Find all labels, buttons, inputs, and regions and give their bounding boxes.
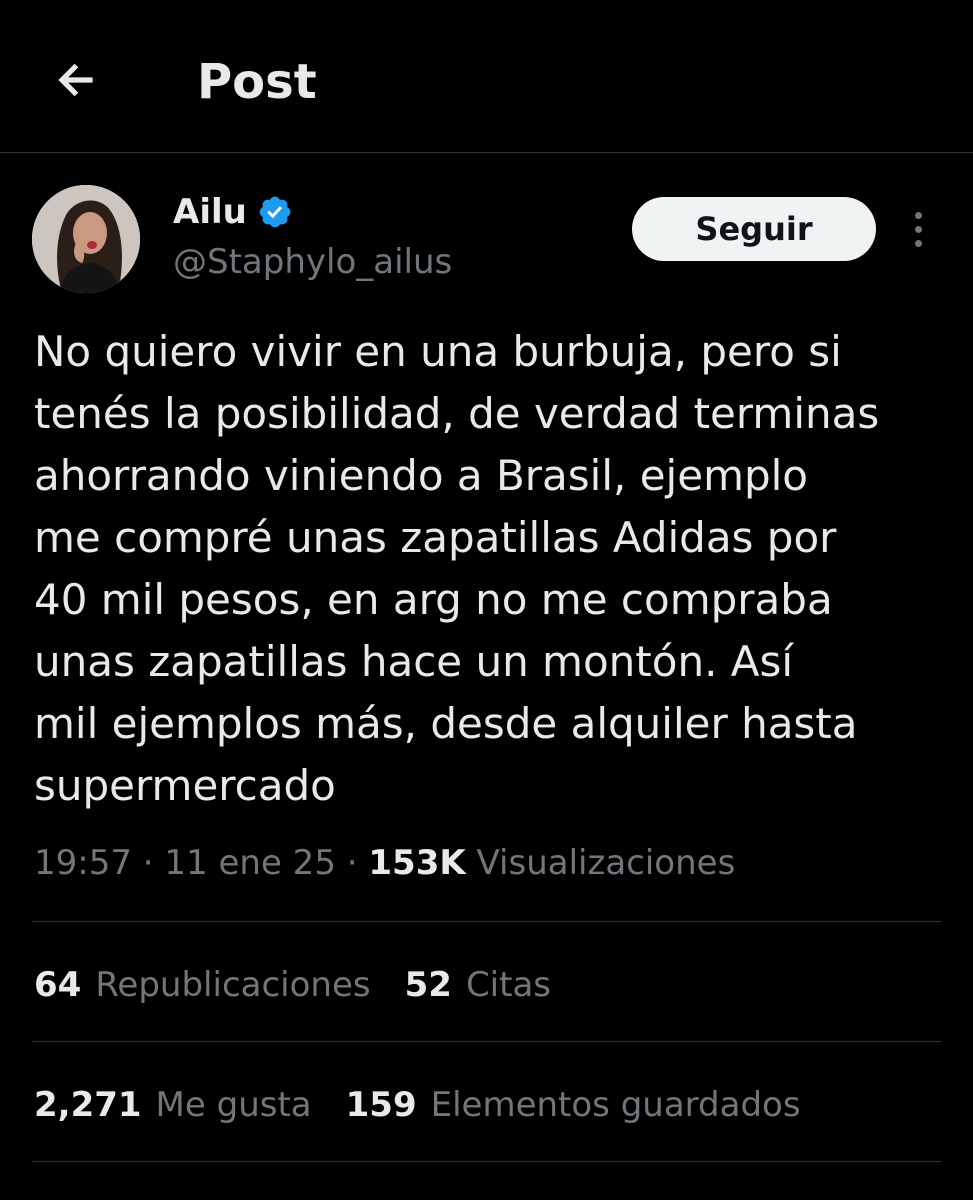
reposts-stat[interactable]: 64 Republicaciones [34,960,371,1010]
back-button[interactable] [48,52,104,108]
more-vertical-icon-dot [914,225,922,233]
meta-separator: · [131,843,165,883]
views-count: 153K [368,843,466,883]
author-handle[interactable]: @Staphylo_ailus [173,240,452,284]
more-vertical-icon-dot [914,239,922,247]
page-title: Post [197,54,317,110]
header-divider [0,152,973,153]
bookmarks-count: 159 [345,1085,417,1125]
likes-stat[interactable]: 2,271 Me gusta [34,1080,312,1130]
post-page: Post Ailu @Staphylo_ailus Seguir No quie… [0,0,973,1200]
views-label: Visualizaciones [476,843,736,883]
bookmarks-label: Elementos guardados [430,1085,801,1125]
top-bar: Post [0,0,973,152]
quotes-count: 52 [404,965,452,1005]
more-vertical-icon-dot [914,211,922,219]
stats-row-likes: 2,271 Me gusta 159 Elementos guardados [34,1080,835,1130]
author-name[interactable]: Ailu [173,190,293,234]
reposts-count: 64 [34,965,82,1005]
tweet-date[interactable]: 11 ene 25 [164,843,336,883]
likes-label: Me gusta [155,1085,312,1125]
more-options-button[interactable] [900,205,936,253]
tweet-text: No quiero vivir en una burbuja, pero si … [34,327,880,810]
tweet-meta: 19:57 · 11 ene 25 · 153K Visualizaciones [34,838,735,888]
author-name-text: Ailu [173,192,247,232]
likes-count: 2,271 [34,1085,142,1125]
verified-badge-icon [259,196,291,228]
tweet-time[interactable]: 19:57 [34,843,132,883]
quotes-label: Citas [465,965,552,1005]
avatar[interactable] [32,185,140,293]
divider [32,1161,941,1162]
profile-photo [32,185,140,293]
arrow-left-icon [58,63,93,97]
follow-button[interactable]: Seguir [632,197,876,261]
stats-row-reposts: 64 Republicaciones 52 Citas [34,960,585,1010]
divider [32,921,941,922]
divider [32,1041,941,1042]
meta-separator: · [335,843,369,883]
reposts-label: Republicaciones [95,965,371,1005]
quotes-stat[interactable]: 52 Citas [405,960,551,1010]
bookmarks-stat[interactable]: 159 Elementos guardados [346,1080,801,1130]
